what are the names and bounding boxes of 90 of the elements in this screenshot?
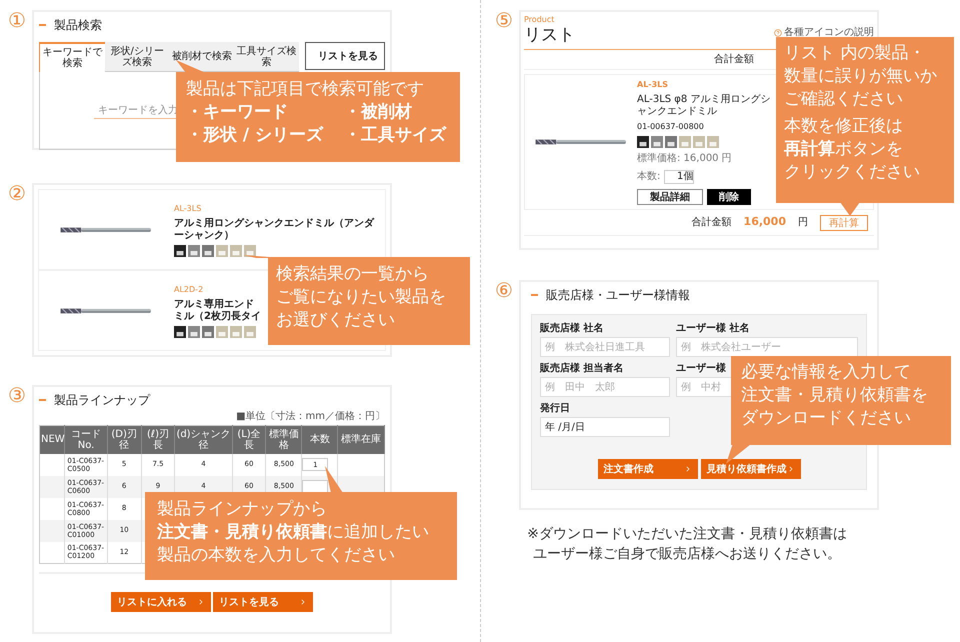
search-tab[interactable]: 形状/シリーズ検索 — [104, 42, 170, 72]
total-label: 合計金額 — [714, 52, 754, 67]
spec-badge-icon — [707, 136, 719, 148]
price-text: 標準価格: 16,000 円 — [637, 152, 732, 166]
callout-text: 必要な情報を入力して — [741, 361, 911, 384]
callout-text: 再計算ボタンを — [784, 138, 903, 161]
step-number: ⑥ — [495, 280, 514, 300]
callout-text: 数量に誤りが無いか — [784, 64, 937, 88]
product-code: AL-3LS — [637, 79, 668, 91]
spec-badge-icon — [244, 244, 256, 256]
step-number: ② — [8, 183, 27, 203]
spec-badge-icon — [174, 244, 186, 256]
callout-text: リスト 内の製品・ — [784, 42, 926, 65]
spec-badge-icon — [216, 244, 228, 256]
callout-text: ダウンロードください — [741, 406, 911, 430]
spec-badge-icon — [230, 326, 242, 338]
table-cell — [40, 454, 65, 476]
product-name: アルミ専用エンドミル（2枚刃長タイ — [174, 298, 262, 322]
callout-text: 製品ラインナップから — [157, 498, 327, 521]
callout-text: 注文書・見積り依頼書に追加したい — [157, 520, 429, 544]
input-field[interactable]: 例 株式会社ユーザー — [676, 337, 858, 357]
field-label: ユーザー様 社名 — [676, 323, 750, 335]
page-title: リスト — [524, 25, 575, 45]
spec-badge-icon — [244, 326, 256, 338]
product-name: AL-3LS φ8 アルミ用ロングシャンクエンドミル — [637, 94, 771, 118]
title-dash — [39, 24, 46, 26]
spec-badge-icon — [651, 136, 663, 148]
callout-text: クリックください — [784, 160, 920, 184]
product-code: AL2D-2 — [174, 284, 204, 296]
spec-badge-icon — [174, 326, 186, 338]
eyebrow-text: Product — [524, 15, 554, 25]
section-title: 製品ラインナップ — [54, 392, 150, 409]
quantity-field[interactable] — [302, 480, 328, 493]
spec-badge-icon — [188, 244, 200, 256]
chevron-icon — [299, 598, 307, 606]
step-number: ⑤ — [495, 10, 514, 30]
product-name: アルミ用ロングシャンクエンドミル（アンダーシャンク） — [174, 218, 374, 242]
currency-label: 円 — [798, 216, 808, 230]
note-text: ユーザー様ご自身で販売店様へお送りください。 — [533, 545, 841, 564]
total-amount: 16,000 — [744, 214, 786, 230]
search-tab[interactable]: 被削材で検索 — [170, 42, 234, 72]
callout-text: ・形状 / シリーズ — [186, 124, 324, 147]
search-tab[interactable]: 工具サイズ検索 — [234, 42, 299, 72]
product-number: 01-00637-00800 — [637, 121, 704, 133]
spec-badge-icon — [202, 326, 214, 338]
product-code: AL-3LS — [174, 202, 202, 214]
section-title: 販売店様・ユーザー様情報 — [546, 287, 690, 304]
delete-button[interactable]: 削除 — [707, 189, 751, 205]
callout-text: 本数を修正後は — [784, 114, 903, 138]
table-cell — [40, 498, 65, 520]
section-title: 製品検索 — [54, 17, 102, 34]
table-cell — [40, 476, 65, 498]
icon-help-link[interactable]: 各種アイコンの説明 — [774, 25, 874, 40]
spec-badge-icon — [202, 244, 214, 256]
field-label: ユーザー様 — [676, 363, 726, 375]
quantity-field[interactable]: 1個 — [664, 170, 694, 184]
step-number: ① — [8, 10, 27, 30]
step-number: ③ — [8, 385, 27, 405]
chevron-icon — [197, 598, 205, 606]
help-icon — [774, 28, 782, 36]
callout-text: ・被削材 — [344, 100, 412, 124]
spec-badge-icon — [216, 326, 228, 338]
input-field[interactable]: 年 /月/日 — [540, 417, 670, 437]
field-label: 発行日 — [540, 403, 570, 415]
title-dash — [39, 399, 46, 401]
callout-text: 製品の本数を入力してください — [157, 544, 395, 567]
search-tab[interactable]: キーワードで検索 — [39, 42, 105, 72]
detail-button[interactable]: 製品詳細 — [637, 189, 703, 205]
table-cell — [40, 542, 65, 564]
view-list-button[interactable]: リストを見る — [305, 42, 385, 70]
callout-text: ・工具サイズ — [344, 124, 446, 147]
quantity-label: 本数: — [637, 170, 660, 184]
spec-badge-icon — [637, 136, 649, 148]
spec-badge-icon — [230, 244, 242, 256]
field-label: 販売店様 担当者名 — [540, 363, 624, 375]
spec-badge-icon — [693, 136, 705, 148]
spec-badge-icon — [679, 136, 691, 148]
title-dash — [531, 294, 538, 296]
callout-text: ご確認ください — [784, 88, 903, 111]
input-field[interactable]: 例 田中 太郎 — [540, 377, 670, 397]
spec-badge-icon — [188, 326, 200, 338]
input-field[interactable]: 例 株式会社日進工具 — [540, 337, 670, 357]
callout-text: 製品は下記項目で検索可能です — [186, 78, 424, 101]
table-cell — [40, 520, 65, 542]
note-text: ※ダウンロードいただいた注文書・見積り依頼書は — [527, 525, 847, 544]
unit-note: ■単位〔寸法：mm／価格：円〕 — [236, 411, 385, 423]
total-label: 合計金額 — [692, 216, 732, 230]
callout-text: 注文書・見積り依頼書を — [741, 384, 928, 407]
field-label: 販売店様 社名 — [540, 323, 604, 335]
spec-badge-icon — [665, 136, 677, 148]
